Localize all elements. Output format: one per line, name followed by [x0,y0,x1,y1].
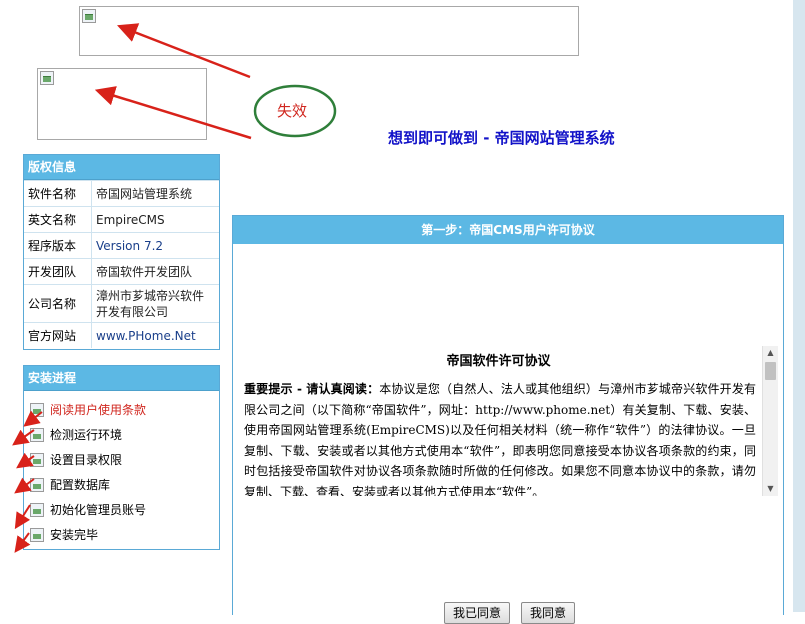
step-image-icon [30,478,44,492]
annotation-invalid-label: 失效 [276,102,307,120]
install-progress-title: 安装进程 [24,366,219,391]
step-title: 第一步：帝国CMS用户许可协议 [233,216,783,244]
license-step-panel: 第一步：帝国CMS用户许可协议 帝国软件许可协议 重要提示 - 请认真阅读：本协… [232,215,784,615]
row-label: 程序版本 [24,232,92,259]
site-title: 想到即可做到 - 帝国网站管理系统 [388,129,615,147]
progress-step-complete: 安装完毕 [30,525,98,545]
step-image-icon [30,428,44,442]
scrollbar-thumb[interactable] [765,362,776,380]
step-label: 安装完毕 [50,528,99,542]
scroll-up-arrow-icon[interactable]: ▲ [763,346,778,360]
broken-banner-image [79,6,579,56]
license-agreement-box[interactable]: 帝国软件许可协议 重要提示 - 请认真阅读：本协议是您（自然人、法人或其他组织）… [241,346,778,496]
agreement-title: 帝国软件许可协议 [446,354,551,369]
agreement-text: 重要提示 - 请认真阅读：本协议是您（自然人、法人或其他组织）与漳州市芗城帝兴软… [244,379,756,496]
install-progress-panel: 安装进程 阅读用户使用条款 检测运行环境 设置目录权限 配置数据库 初始化管理员… [23,365,220,550]
broken-image-icon [40,71,54,85]
copyright-panel: 版权信息 软件名称 帝国网站管理系统 英文名称 EmpireCMS 程序版本 V… [23,154,220,350]
official-site-link[interactable]: www.PHome.Net [91,322,219,348]
agree-button[interactable]: 我已同意 [444,602,510,624]
step-image-icon [30,503,44,517]
row-value: 帝国网站管理系统 [91,180,219,207]
progress-step-check-env: 检测运行环境 [30,425,122,445]
step-label: 设置目录权限 [50,453,123,467]
row-label: 开发团队 [24,258,92,285]
progress-step-database: 配置数据库 [30,475,110,495]
agreement-lead: 重要提示 - 请认真阅读： [244,382,380,396]
row-label: 英文名称 [24,206,92,233]
agree-button-secondary[interactable]: 我同意 [521,602,575,624]
copyright-panel-title: 版权信息 [24,155,219,180]
row-value: EmpireCMS [91,206,219,233]
progress-step-admin-account: 初始化管理员账号 [30,500,146,520]
table-row: 开发团队 帝国软件开发团队 [24,258,219,285]
table-row: 软件名称 帝国网站管理系统 [24,180,219,207]
step-label: 配置数据库 [50,478,111,492]
row-value: 漳州市芗城帝兴软件开发有限公司 [91,284,219,323]
step-label: 初始化管理员账号 [50,503,147,517]
broken-image-icon [82,9,96,23]
table-row: 程序版本 Version 7.2 [24,232,219,259]
row-value: 帝国软件开发团队 [91,258,219,285]
step-image-icon [30,453,44,467]
table-row: 公司名称 漳州市芗城帝兴软件开发有限公司 [24,284,219,323]
copyright-table: 软件名称 帝国网站管理系统 英文名称 EmpireCMS 程序版本 Versio… [24,180,219,348]
page-right-edge [793,0,805,612]
scroll-down-arrow-icon[interactable]: ▼ [763,482,778,496]
agreement-paragraph: 本协议是您（自然人、法人或其他组织）与漳州市芗城帝兴软件开发有限公司之间（以下简… [244,382,756,496]
table-row: 官方网站 www.PHome.Net [24,322,219,348]
row-value: Version 7.2 [91,232,219,259]
step-label: 检测运行环境 [50,428,123,442]
progress-step-dir-permissions: 设置目录权限 [30,450,122,470]
row-label: 软件名称 [24,180,92,207]
broken-logo-image [37,68,207,140]
step-image-icon [30,403,44,417]
step-label: 阅读用户使用条款 [50,403,147,417]
step-image-icon [30,528,44,542]
agreement-scrollbar[interactable]: ▲ ▼ [762,346,778,496]
progress-step-read-terms: 阅读用户使用条款 [30,400,146,420]
row-label: 官方网站 [24,322,92,348]
row-label: 公司名称 [24,284,92,323]
table-row: 英文名称 EmpireCMS [24,206,219,233]
